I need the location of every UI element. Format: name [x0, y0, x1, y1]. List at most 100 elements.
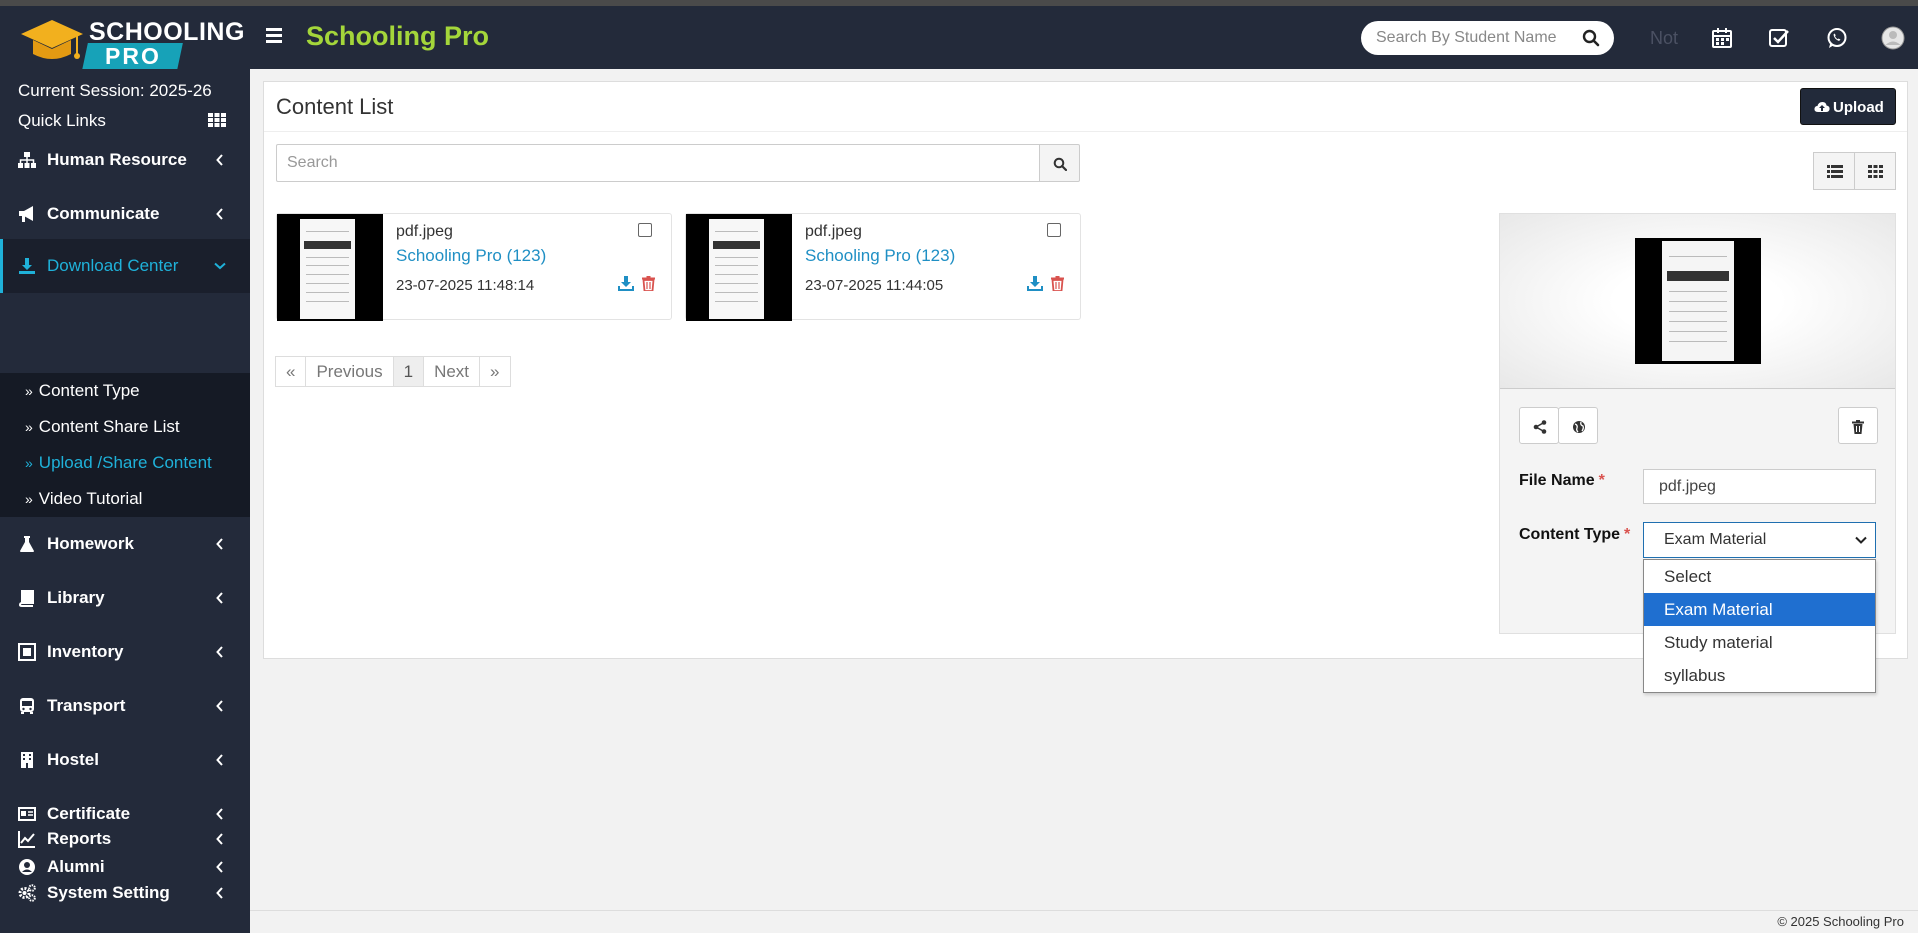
chevron-left-icon — [216, 592, 223, 604]
quick-links[interactable]: Quick Links — [18, 111, 106, 131]
sidebar-item-inventory[interactable]: Inventory — [0, 625, 250, 679]
content-file-name: pdf.jpeg — [805, 223, 862, 240]
content-thumbnail[interactable] — [686, 214, 792, 321]
content-date: 23-07-2025 11:48:14 — [396, 277, 535, 294]
book-icon — [18, 590, 34, 607]
option-study-material[interactable]: Study material — [1644, 626, 1875, 659]
current-session: Current Session: 2025-26 — [18, 81, 212, 100]
chevron-left-icon — [216, 538, 223, 550]
page-title: Content List — [276, 94, 394, 119]
pagination-first-button[interactable]: « — [275, 356, 307, 387]
chevron-down-icon — [1855, 536, 1867, 544]
sidebar-item-homework[interactable]: Homework — [0, 517, 250, 571]
content-owner-link[interactable]: Schooling Pro (123) — [396, 246, 546, 266]
download-icon[interactable] — [1027, 276, 1043, 291]
sidebar-item-transport[interactable]: Transport — [0, 679, 250, 733]
notice-text[interactable]: Not — [1650, 28, 1678, 49]
calendar-icon[interactable] — [1710, 26, 1734, 50]
content-preview-image[interactable] — [1635, 238, 1761, 364]
grid-view-button[interactable] — [1854, 152, 1896, 190]
submenu-item-video-tutorial[interactable]: » Video Tutorial — [25, 489, 142, 509]
option-select[interactable]: Select — [1644, 560, 1875, 593]
logo-text-line2: PRO — [82, 43, 183, 70]
task-check-icon[interactable] — [1767, 26, 1791, 50]
student-search-input[interactable] — [1376, 28, 1566, 48]
sidebar-item-label: Library — [47, 588, 105, 607]
sidebar-item-label: Homework — [47, 534, 134, 553]
panel-divider — [264, 131, 1907, 132]
whatsapp-icon[interactable] — [1825, 26, 1849, 50]
file-name-label: File Name * — [1519, 472, 1605, 489]
share-button[interactable] — [1519, 407, 1559, 444]
sidebar-item-label: Transport — [47, 696, 126, 715]
copyright-text: © 2025 Schooling Pro — [1777, 914, 1904, 929]
option-syllabus[interactable]: syllabus — [1644, 659, 1875, 692]
upload-button[interactable]: Upload — [1800, 88, 1896, 125]
sidebar-item-library[interactable]: Library — [0, 571, 250, 625]
sidebar-item-label: Hostel — [47, 750, 99, 769]
chevron-left-icon — [216, 754, 223, 766]
sidebar-item-label: Reports — [47, 829, 112, 848]
content-card[interactable]: pdf.jpeg Schooling Pro (123) 23-07-2025 … — [276, 213, 672, 321]
pagination-page-1[interactable]: 1 — [392, 356, 425, 387]
graduation-cap-icon — [21, 20, 83, 59]
content-file-name: pdf.jpeg — [396, 223, 453, 240]
globe-icon — [1573, 421, 1585, 433]
grid-icon — [1868, 165, 1883, 178]
content-search-box — [276, 144, 1041, 182]
content-select-checkbox[interactable] — [1047, 223, 1061, 237]
double-chevron-icon: » — [25, 383, 33, 399]
sidebar-item-label: Communicate — [47, 204, 160, 223]
pagination-next-button[interactable]: Next — [423, 356, 481, 387]
content-search-input[interactable] — [287, 154, 887, 172]
content-owner-link[interactable]: Schooling Pro (123) — [805, 246, 955, 266]
public-link-button[interactable] — [1558, 407, 1598, 444]
sidebar-item-system-setting[interactable]: System Setting — [0, 866, 250, 920]
sidebar-item-reports[interactable]: Reports — [0, 812, 250, 866]
bus-icon — [20, 698, 34, 714]
double-chevron-icon: » — [25, 455, 33, 471]
sidebar-item-label: Download Center — [47, 256, 179, 275]
sidebar-item-label: System Setting — [47, 883, 170, 902]
sidebar: Current Session: 2025-26 Quick Links Hum… — [0, 69, 250, 933]
submenu-item-content-type[interactable]: » Content Type — [25, 381, 140, 401]
content-select-checkbox[interactable] — [638, 223, 652, 237]
content-thumbnail[interactable] — [277, 214, 383, 321]
sidebar-item-hostel[interactable]: Hostel — [0, 733, 250, 787]
content-type-select[interactable]: Exam Material — [1643, 522, 1876, 558]
grid-icon[interactable] — [208, 113, 226, 127]
option-exam-material[interactable]: Exam Material — [1644, 593, 1875, 626]
building-icon — [21, 752, 33, 768]
content-search-button[interactable] — [1039, 144, 1080, 182]
submenu-item-upload-share-content[interactable]: » Upload /Share Content — [25, 453, 212, 473]
delete-button[interactable] — [1838, 407, 1878, 444]
list-view-button[interactable] — [1813, 152, 1855, 190]
document-preview-image — [300, 219, 355, 319]
sitemap-icon — [18, 152, 36, 168]
inventory-icon — [18, 643, 36, 661]
trash-icon[interactable] — [642, 276, 655, 291]
file-name-input[interactable]: pdf.jpeg — [1643, 469, 1876, 504]
trash-icon[interactable] — [1051, 276, 1064, 291]
content-card[interactable]: pdf.jpeg Schooling Pro (123) 23-07-2025 … — [685, 213, 1081, 321]
chevron-down-icon — [214, 262, 226, 270]
sidebar-toggle-button[interactable] — [266, 28, 286, 46]
chevron-left-icon — [216, 646, 223, 658]
sidebar-item-communicate[interactable]: Communicate — [0, 187, 250, 241]
download-icon[interactable] — [618, 276, 634, 291]
chevron-left-icon — [216, 154, 223, 166]
student-search-box — [1361, 21, 1614, 55]
double-chevron-icon: » — [25, 419, 33, 435]
pagination-last-button[interactable]: » — [479, 356, 511, 387]
cloud-upload-icon — [1814, 102, 1830, 112]
chevron-left-icon — [216, 208, 223, 220]
pagination-previous-button[interactable]: Previous — [305, 356, 394, 387]
user-avatar-icon[interactable] — [1881, 26, 1905, 50]
gears-icon — [18, 884, 36, 902]
sidebar-item-download-center[interactable]: Download Center — [0, 239, 250, 293]
submenu-item-content-share-list[interactable]: » Content Share List — [25, 417, 180, 437]
search-icon[interactable] — [1582, 29, 1600, 47]
schooling-pro-logo[interactable]: SCHOOLING PRO — [15, 12, 244, 70]
double-chevron-icon: » — [25, 491, 33, 507]
sidebar-item-human-resource[interactable]: Human Resource — [0, 133, 250, 187]
